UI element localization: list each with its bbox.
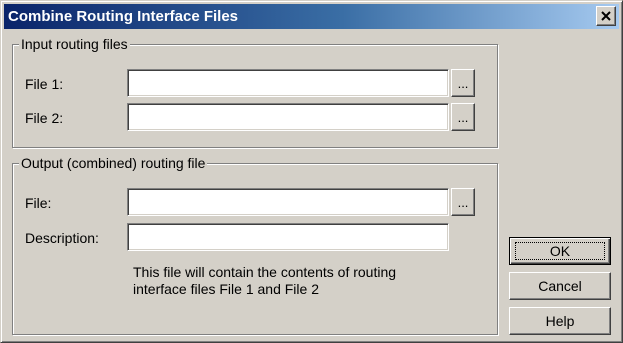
input-routing-files-group: Input routing files File 1: ... File 2: … xyxy=(12,36,498,148)
file2-label: File 2: xyxy=(25,110,64,126)
description-input[interactable] xyxy=(127,223,449,251)
ok-button[interactable]: OK xyxy=(509,237,611,265)
output-routing-file-group: Output (combined) routing file File: ...… xyxy=(12,155,498,335)
description-label: Description: xyxy=(25,230,99,246)
cancel-button[interactable]: Cancel xyxy=(509,272,611,300)
combine-routing-dialog: Combine Routing Interface Files Input ro… xyxy=(0,0,623,343)
output-group-legend: Output (combined) routing file xyxy=(19,155,208,171)
input-group-legend: Input routing files xyxy=(19,36,130,52)
output-file-input[interactable] xyxy=(127,188,449,216)
output-note-line2: interface files File 1 and File 2 xyxy=(133,281,319,297)
file1-browse-button[interactable]: ... xyxy=(451,69,475,97)
title-bar[interactable]: Combine Routing Interface Files xyxy=(4,4,619,29)
file2-input[interactable] xyxy=(127,103,449,131)
file1-label: File 1: xyxy=(25,76,64,92)
output-file-label: File: xyxy=(25,195,52,211)
output-file-browse-button[interactable]: ... xyxy=(451,188,475,216)
help-button[interactable]: Help xyxy=(509,307,611,335)
window-title: Combine Routing Interface Files xyxy=(8,8,239,25)
file2-browse-button[interactable]: ... xyxy=(451,103,475,131)
close-button[interactable] xyxy=(596,6,616,26)
output-note: This file will contain the contents of r… xyxy=(133,264,396,298)
file1-input[interactable] xyxy=(127,69,449,97)
close-icon xyxy=(601,11,611,21)
ok-button-label: OK xyxy=(549,243,571,259)
output-note-line1: This file will contain the contents of r… xyxy=(133,264,397,280)
